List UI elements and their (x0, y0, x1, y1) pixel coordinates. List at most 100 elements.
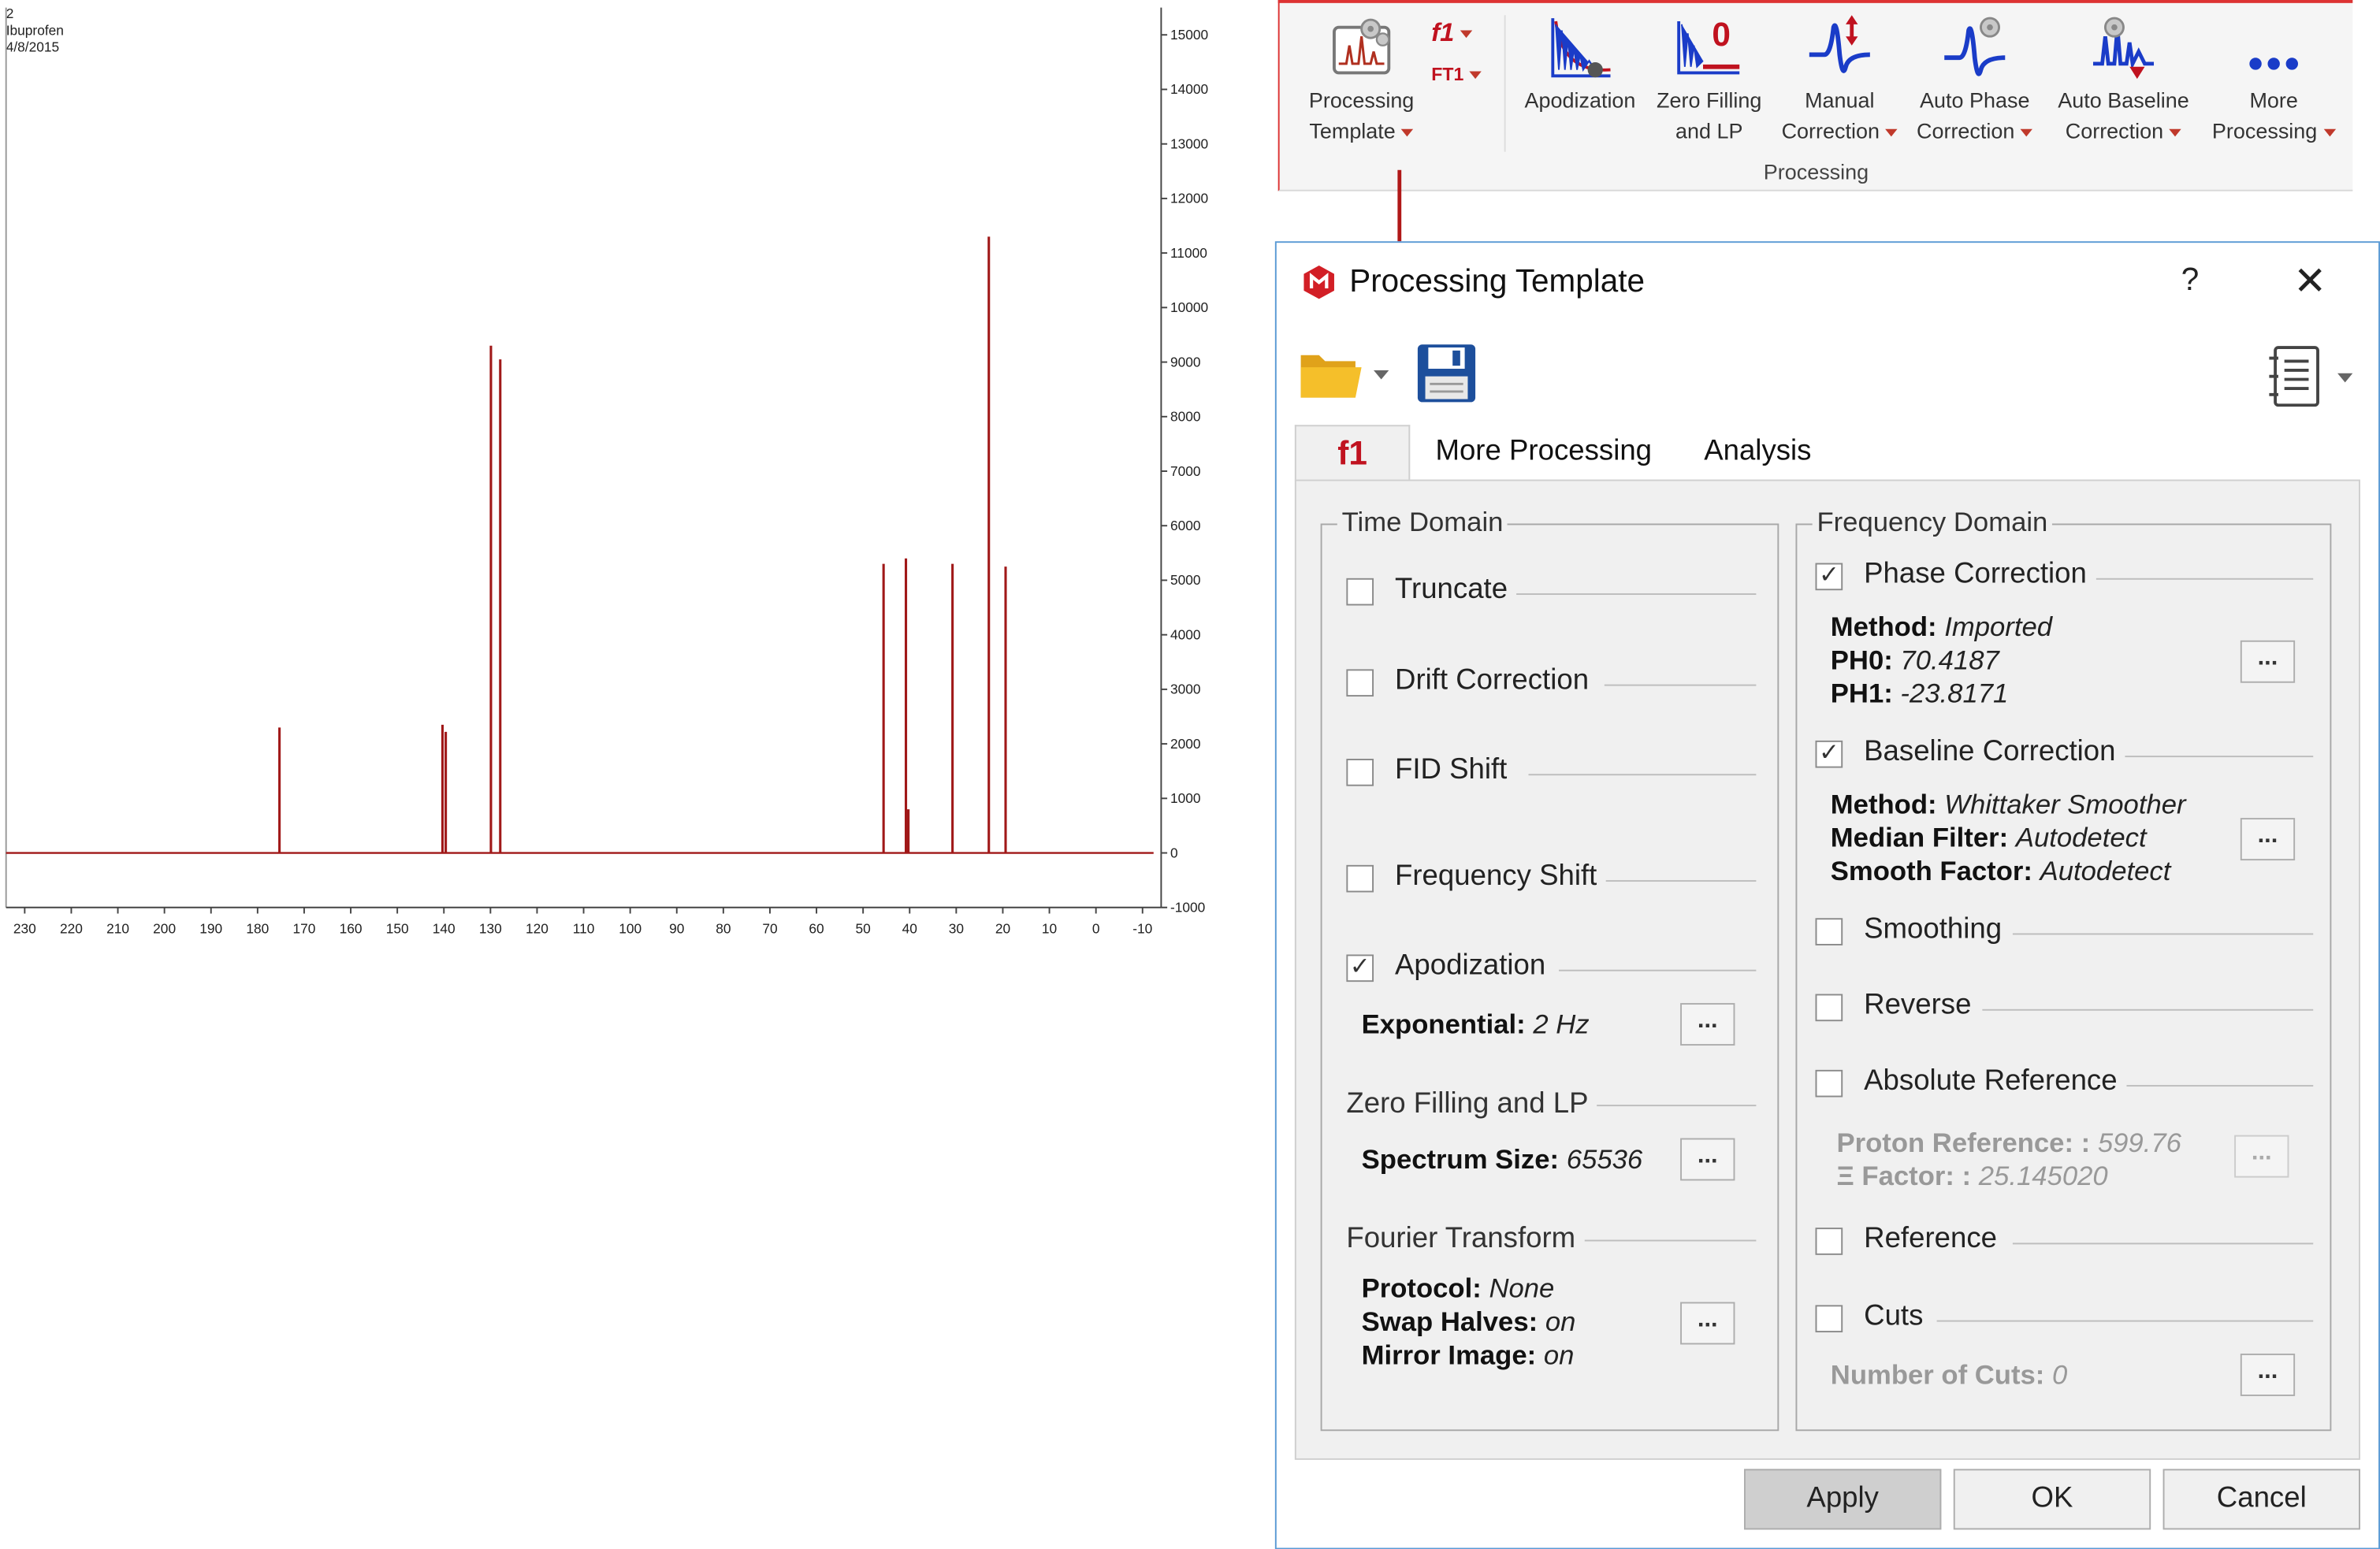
f1-dimension-selector[interactable]: f1 FT1 (1431, 18, 1498, 85)
x-tick-label: 170 (292, 921, 315, 937)
apply-button[interactable]: Apply (1743, 1469, 1942, 1530)
open-template-button[interactable] (1298, 343, 1395, 410)
absolute-reference-label: Absolute Reference (1864, 1065, 2127, 1099)
more-processing-label-2: Processing (2206, 115, 2342, 146)
mnova-logo-icon (1303, 266, 1334, 299)
tab-f1[interactable]: f1 (1294, 425, 1411, 481)
frequency-domain-group: Frequency Domain ✓ Phase Correction Meth… (1795, 507, 2332, 1432)
reverse-option[interactable]: Reverse (1815, 989, 2314, 1029)
swap-halves-param: Swap Halves: on (1361, 1306, 1576, 1337)
zero-filling-label-1: Zero Filling (1657, 87, 1762, 113)
truncate-option[interactable]: Truncate (1346, 574, 1757, 613)
zero-filling-button[interactable]: 0 Zero Filling and LP (1650, 12, 1768, 145)
y-tick-label: 2000 (1170, 736, 1201, 752)
manual-correction-label-2: Correction (1775, 115, 1906, 146)
auto-phase-button[interactable]: Auto Phase Correction (1908, 12, 2041, 145)
reference-checkbox[interactable] (1815, 1228, 1843, 1255)
apodization-settings-button[interactable]: ... (1680, 1003, 1735, 1046)
x-tick-label: 20 (995, 921, 1010, 937)
time-domain-legend: Time Domain (1337, 507, 1508, 539)
phase-correction-checkbox[interactable]: ✓ (1815, 563, 1843, 591)
manual-correction-label-1: Manual (1805, 87, 1875, 113)
fid-shift-label: FID Shift (1395, 754, 1516, 788)
processing-template-button[interactable]: Processing Template (1295, 12, 1428, 145)
x-tick-label: 230 (13, 921, 36, 937)
processing-template-icon (1333, 18, 1391, 75)
exponential-param: Exponential: 2 Hz (1361, 1009, 1590, 1040)
auto-phase-label-2: Correction (1908, 115, 2041, 146)
fourier-transform-settings-button[interactable]: ... (1680, 1302, 1735, 1345)
reverse-checkbox[interactable] (1815, 994, 1843, 1022)
x-tick-label: 80 (716, 921, 731, 937)
more-processing-button[interactable]: More Processing (2206, 12, 2342, 145)
auto-baseline-label-1: Auto Baseline (2058, 87, 2189, 113)
drift-correction-option[interactable]: Drift Correction (1346, 664, 1757, 704)
mirror-image-param: Mirror Image: on (1361, 1339, 1575, 1371)
chevron-down-icon (2337, 373, 2353, 383)
truncate-label: Truncate (1395, 574, 1517, 607)
spectrum-info-line: 4/8/2015 (6, 39, 59, 54)
manual-correction-button[interactable]: Manual Correction (1775, 12, 1906, 145)
frequency-shift-checkbox[interactable] (1346, 864, 1374, 893)
chevron-down-icon (1460, 30, 1473, 39)
frequency-shift-option[interactable]: Frequency Shift (1346, 860, 1757, 900)
fid-shift-checkbox[interactable] (1346, 759, 1374, 786)
y-tick-label: 0 (1170, 845, 1178, 860)
baseline-correction-checkbox[interactable]: ✓ (1815, 740, 1843, 768)
time-domain-group: Time Domain Truncate Drift Correction FI… (1320, 507, 1779, 1432)
baseline-correction-option[interactable]: ✓ Baseline Correction (1815, 736, 2314, 775)
cuts-option[interactable]: Cuts (1815, 1300, 2314, 1339)
x-tick-label: 60 (809, 921, 824, 937)
report-options-button[interactable] (2267, 343, 2358, 410)
apodization-button[interactable]: Apodization (1516, 12, 1644, 115)
nmr-spectrum-chart[interactable]: 2Ibuprofen4/8/2015 150001400013000120001… (0, 0, 1260, 971)
apodization-checkbox[interactable]: ✓ (1346, 954, 1374, 983)
x-tick-label: 100 (619, 921, 641, 937)
baseline-settings-button[interactable]: ... (2240, 818, 2296, 861)
absolute-reference-option[interactable]: Absolute Reference (1815, 1065, 2314, 1105)
zero-filling-settings-button[interactable]: ... (1680, 1138, 1735, 1181)
notebook-icon (2269, 346, 2319, 407)
drift-correction-checkbox[interactable] (1346, 669, 1374, 697)
cuts-settings-button[interactable]: ... (2240, 1354, 2296, 1396)
cancel-button[interactable]: Cancel (2162, 1469, 2360, 1530)
x-tick-label: 160 (340, 921, 363, 937)
help-icon[interactable]: ? (2181, 262, 2200, 299)
median-filter-param: Median Filter: Autodetect (1830, 822, 2147, 853)
truncate-checkbox[interactable] (1346, 578, 1374, 606)
auto-baseline-button[interactable]: Auto Baseline Correction (2047, 12, 2200, 145)
y-tick-label: 9000 (1170, 354, 1201, 370)
number-of-cuts-param: Number of Cuts: 0 (1830, 1359, 2068, 1391)
apodization-option[interactable]: ✓ Apodization (1346, 949, 1757, 990)
absolute-reference-settings-button[interactable]: ... (2234, 1135, 2289, 1178)
y-tick-label: 14000 (1170, 81, 1208, 97)
ok-button[interactable]: OK (1953, 1469, 2151, 1530)
phase-correction-option[interactable]: ✓ Phase Correction (1815, 558, 2314, 598)
cuts-checkbox[interactable] (1815, 1305, 1843, 1333)
solvent-peak (905, 809, 910, 853)
fid-shift-option[interactable]: FID Shift (1346, 754, 1757, 793)
smoothing-checkbox[interactable] (1815, 918, 1843, 945)
tab-analysis[interactable]: Analysis (1690, 425, 1826, 479)
y-tick-label: 13000 (1170, 136, 1208, 151)
smoothing-option[interactable]: Smoothing (1815, 913, 2314, 953)
phase-settings-button[interactable]: ... (2240, 640, 2296, 683)
x-tick-label: 0 (1092, 921, 1100, 937)
tab-more-processing[interactable]: More Processing (1422, 425, 1665, 479)
chevron-down-icon (2021, 128, 2033, 136)
x-tick-label: 110 (573, 921, 595, 937)
auto-baseline-icon (2092, 17, 2155, 80)
ph0-param: PH0: 70.4187 (1830, 644, 1999, 676)
x-tick-label: 130 (479, 921, 502, 937)
auto-phase-icon (1944, 17, 2006, 76)
y-tick-label: 6000 (1170, 518, 1201, 533)
zero-filling-icon: 0 (1677, 16, 1740, 75)
save-template-button[interactable] (1416, 343, 1477, 403)
protocol-param: Protocol: None (1361, 1272, 1555, 1304)
phase-correction-label: Phase Correction (1864, 558, 2096, 592)
close-icon[interactable]: ✕ (2293, 258, 2326, 305)
x-tick-label: 120 (526, 921, 549, 937)
absolute-reference-checkbox[interactable] (1815, 1069, 1843, 1098)
reference-option[interactable]: Reference (1815, 1223, 2314, 1262)
reference-label: Reference (1864, 1223, 2006, 1257)
